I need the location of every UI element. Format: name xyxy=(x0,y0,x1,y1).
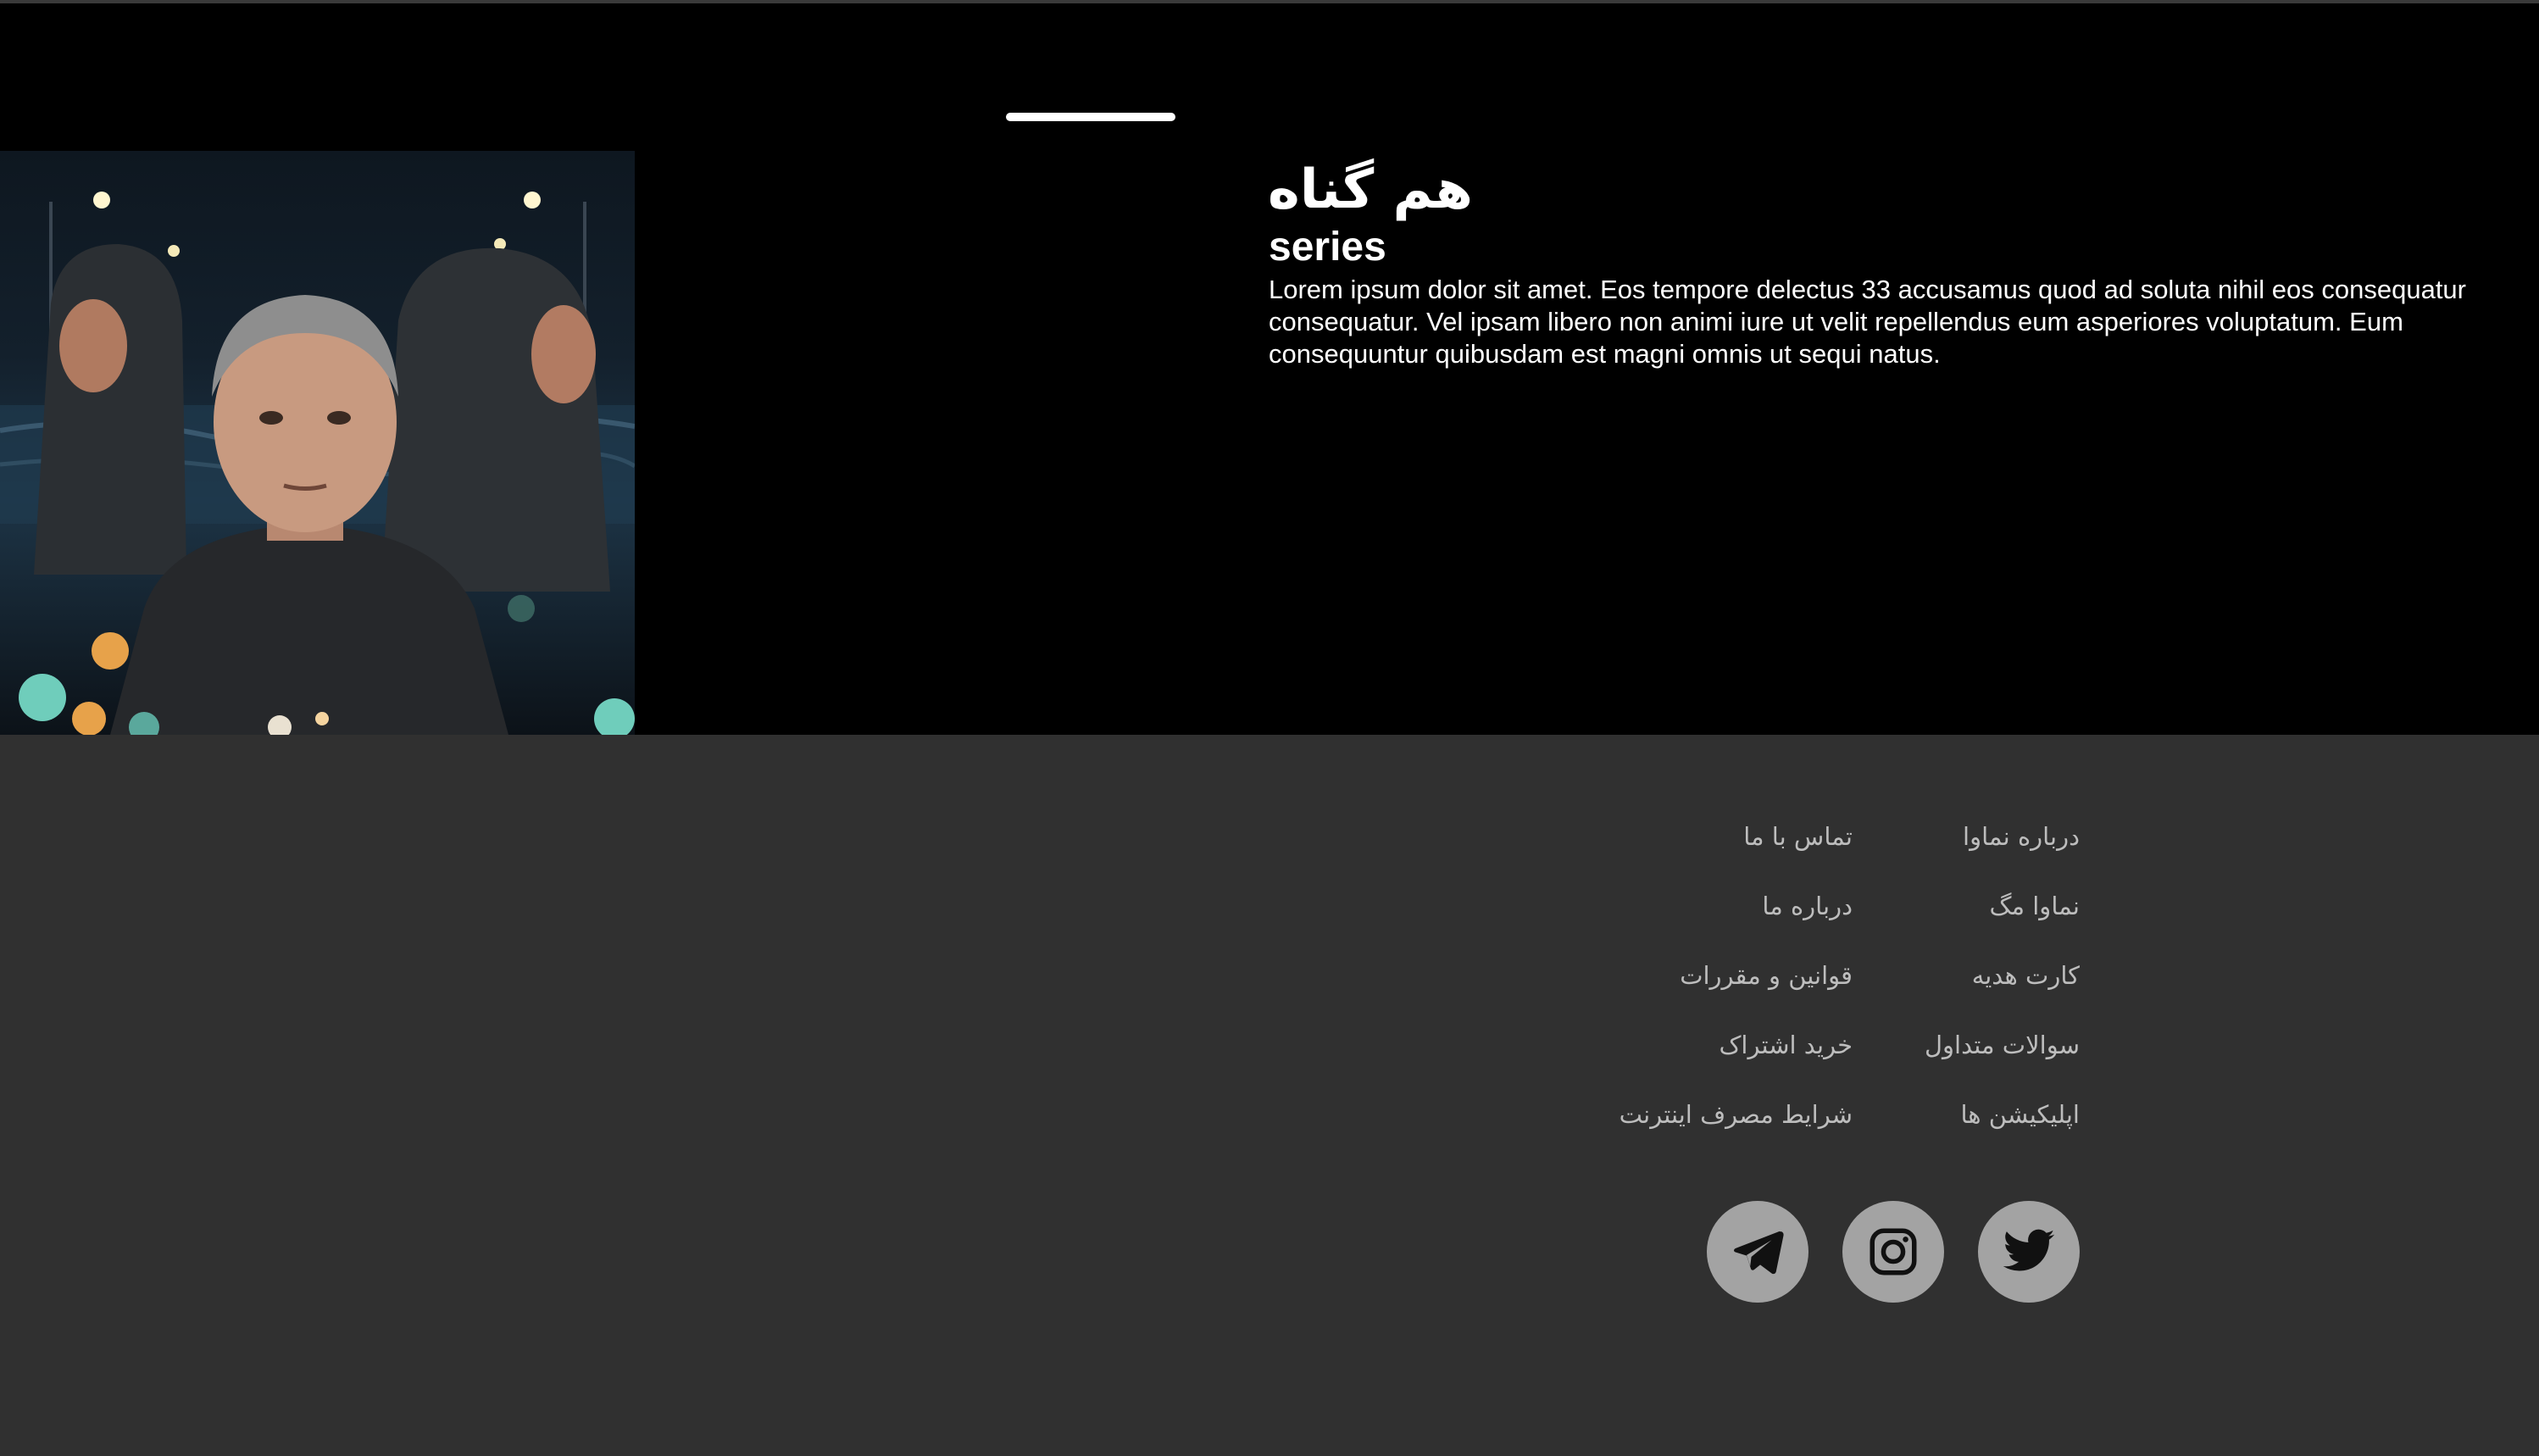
series-description: Lorem ipsum dolor sit amet. Eos tempore … xyxy=(1269,275,2466,369)
footer-link-about-us[interactable]: درباره ما xyxy=(1762,889,1853,923)
footer-link-contact-us[interactable]: تماس با ما xyxy=(1743,820,1853,853)
content-type-label: series xyxy=(1269,225,1386,270)
footer-link-gift-card[interactable]: کارت هدیه xyxy=(1972,959,2080,992)
site-footer: درباره نماوا نماوا مگ کارت هدیه سوالات م… xyxy=(0,735,2539,1456)
instagram-icon xyxy=(1870,1228,1917,1275)
twitter-button[interactable] xyxy=(1978,1201,2080,1303)
telegram-icon xyxy=(1734,1231,1784,1275)
footer-link-buy-subscription[interactable]: خرید اشتراک xyxy=(1719,1028,1853,1062)
twitter-icon xyxy=(2003,1229,2055,1271)
series-poster[interactable] xyxy=(0,151,635,735)
footer-link-terms[interactable]: قوانین و مقررات xyxy=(1680,959,1853,992)
footer-link-faq[interactable]: سوالات متداول xyxy=(1925,1028,2080,1062)
footer-link-about-namava[interactable]: درباره نماوا xyxy=(1963,820,2080,853)
instagram-button[interactable] xyxy=(1842,1201,1944,1303)
poster-art xyxy=(0,192,635,735)
page: هم گناه series Lorem ipsum dolor sit ame… xyxy=(0,0,2539,1456)
footer-link-apps[interactable]: اپلیکیشن ها xyxy=(1960,1098,2080,1131)
footer-link-internet-usage[interactable]: شرایط مصرف اینترنت xyxy=(1620,1098,1853,1131)
telegram-button[interactable] xyxy=(1707,1201,1808,1303)
slide-indicator[interactable] xyxy=(1006,113,1175,121)
footer-link-namava-mag[interactable]: نماوا مگ xyxy=(1990,889,2080,923)
series-title: هم گناه xyxy=(1268,158,1473,221)
